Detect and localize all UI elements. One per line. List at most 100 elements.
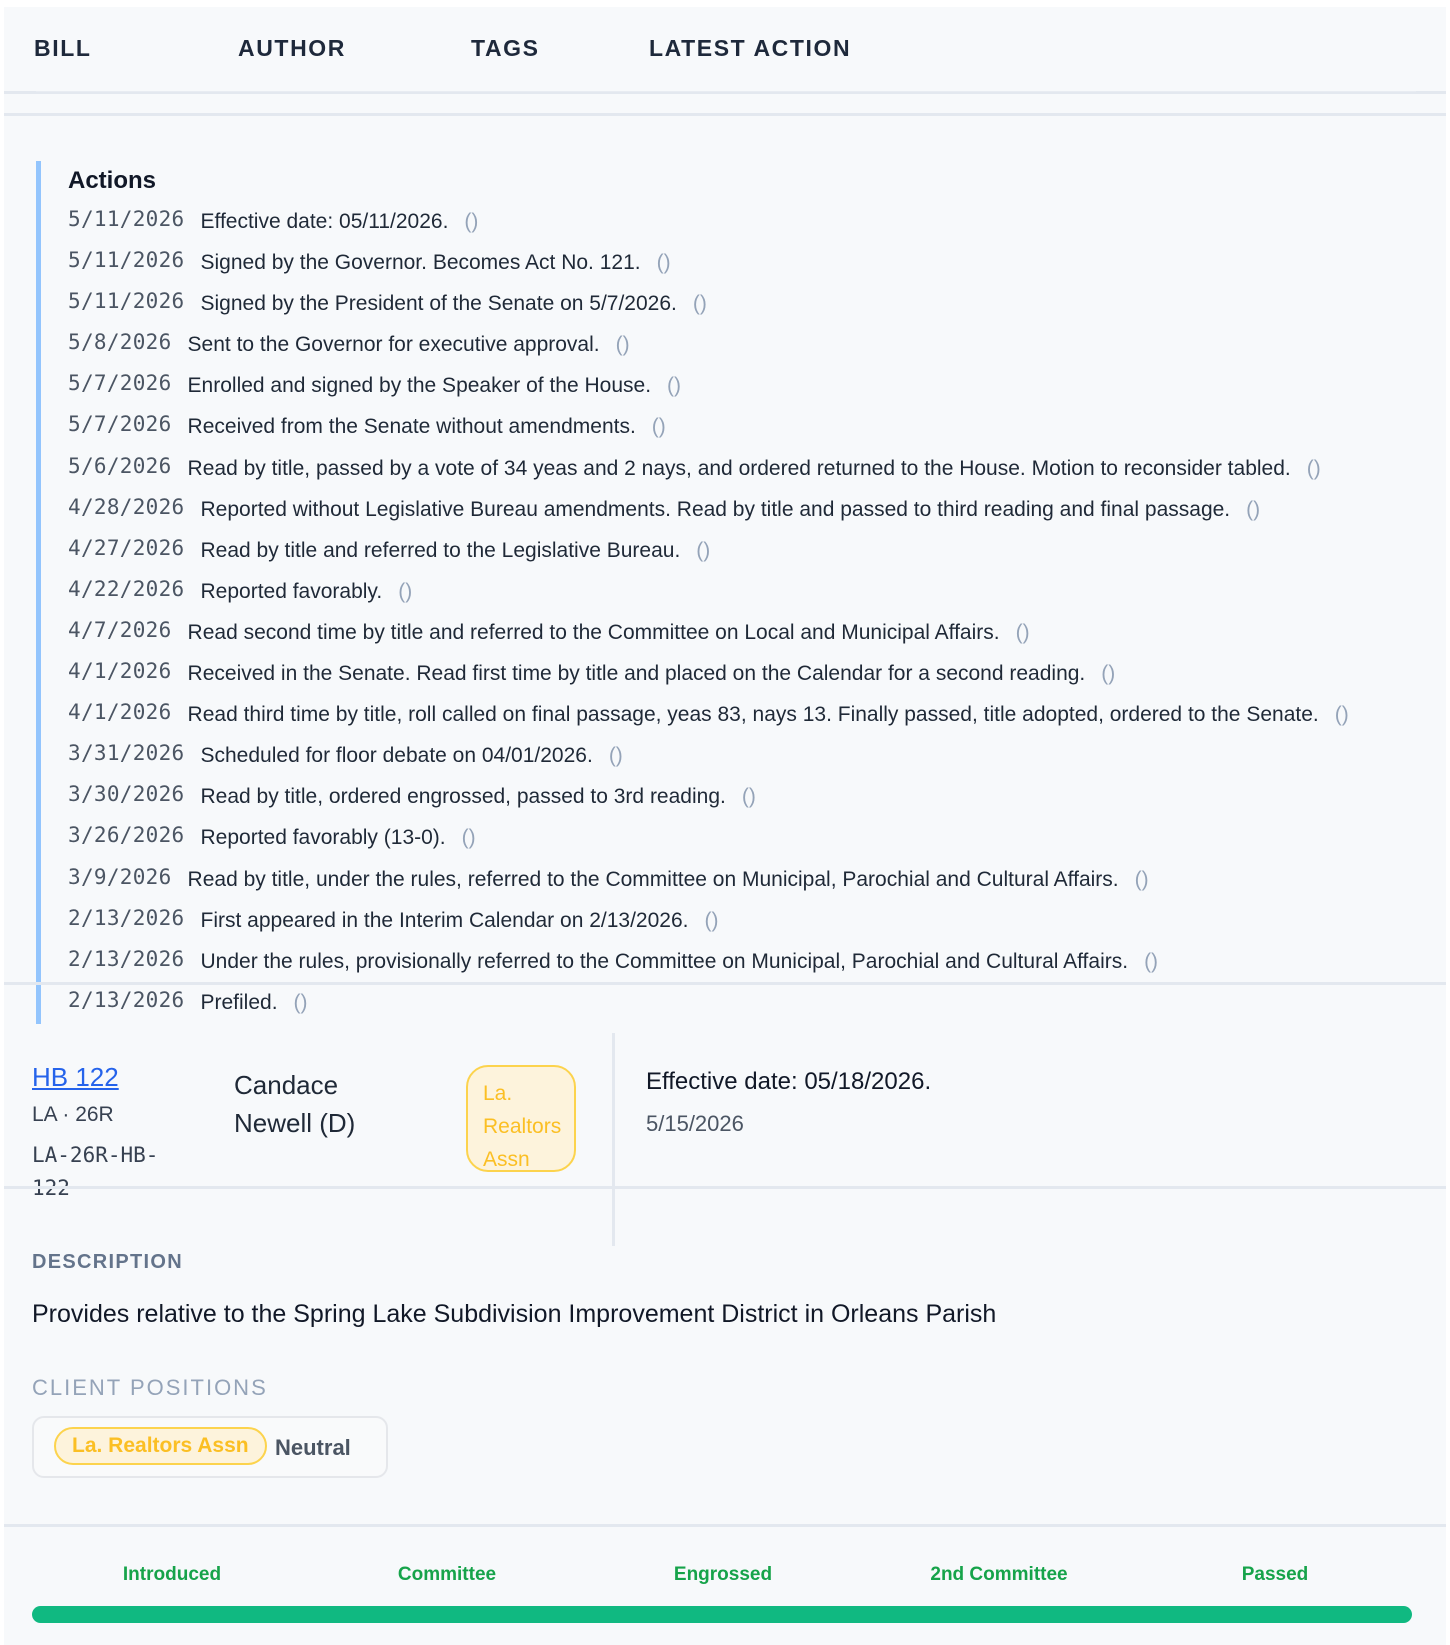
action-source-link[interactable]: ()	[1246, 495, 1260, 522]
action-row: 4/22/2026 Reported favorably. ()	[68, 577, 1428, 618]
stage-committee: Committee	[397, 1564, 497, 1585]
action-row: 5/7/2026 Received from the Senate without…	[68, 412, 1428, 453]
action-source-link[interactable]: ()	[609, 741, 623, 768]
divider	[4, 113, 1446, 116]
latest-action-text: Effective date: 05/18/2026.	[646, 1068, 932, 1095]
action-text: Reported favorably.	[200, 579, 383, 603]
table-header: BILL AUTHOR TAGS LATEST ACTION	[4, 7, 1446, 94]
action-source-link[interactable]: ()	[616, 330, 630, 357]
action-source-link[interactable]: ()	[1135, 865, 1149, 892]
action-text: Sent to the Governor for executive appro…	[187, 333, 600, 357]
action-date: 4/1/2026	[68, 700, 172, 725]
action-source-link[interactable]: ()	[464, 207, 478, 234]
action-source-link[interactable]: ()	[742, 782, 756, 809]
action-row: 4/27/2026 Read by title and referred to t…	[68, 536, 1428, 577]
action-text: Read by title and referred to the Legisl…	[200, 538, 681, 562]
action-date: 5/6/2026	[68, 453, 172, 478]
action-row: 2/13/2026 First appeared in the Interim C…	[68, 906, 1428, 947]
action-source-link[interactable]: ()	[652, 412, 666, 439]
action-source-link[interactable]: ()	[1016, 618, 1030, 645]
action-date: 4/1/2026	[68, 659, 172, 684]
action-row: 5/11/2026 Effective date: 05/11/2026. ()	[68, 207, 1428, 248]
action-row: 2/13/2026 Prefiled. ()	[68, 988, 1428, 1029]
action-text: Read by title, passed by a vote of 34 ye…	[187, 456, 1291, 480]
action-source-link[interactable]: ()	[462, 823, 476, 850]
column-header-latest-action[interactable]: LATEST ACTION	[649, 35, 851, 62]
actions-list: 5/11/2026 Effective date: 05/11/2026.() 5/…	[68, 207, 1428, 1029]
action-text: Effective date: 05/11/2026.	[200, 210, 449, 233]
action-source-link[interactable]: ()	[1335, 700, 1349, 727]
description-text: Provides relative to the Spring Lake Sub…	[32, 1300, 997, 1328]
client-tag[interactable]: La. Realtors Assn	[466, 1065, 576, 1172]
divider	[4, 1524, 1446, 1527]
action-source-link[interactable]: ()	[667, 371, 681, 398]
action-row: 4/1/2026 Read third time by title, roll c…	[68, 700, 1428, 741]
client-position-card: La. Realtors Assn Neutral	[32, 1416, 388, 1478]
action-date: 4/22/2026	[68, 576, 185, 601]
action-row: 5/7/2026 Enrolled and signed by the Speak…	[68, 371, 1428, 412]
action-date: 2/13/2026	[68, 987, 185, 1012]
action-text: Received in the Senate. Read first time …	[187, 662, 1086, 686]
bill-author: Candace Newell (D)	[234, 1070, 356, 1138]
action-text: First appeared in the Interim Calendar o…	[200, 908, 689, 932]
action-text: Enrolled and signed by the Speaker of th…	[187, 374, 652, 398]
action-source-link[interactable]: ()	[1307, 454, 1321, 481]
action-date: 3/31/2026	[68, 741, 185, 766]
client-position-value: Neutral	[275, 1435, 351, 1460]
action-row: 4/28/2026 Reported without Legislative Bu…	[68, 495, 1428, 536]
action-date: 2/13/2026	[68, 946, 185, 971]
action-date: 5/11/2026	[68, 289, 185, 314]
bill-number-link[interactable]: HB 122	[32, 1062, 119, 1093]
action-row: 3/31/2026 Scheduled for floor debate on 0…	[68, 741, 1428, 782]
column-header-tags[interactable]: TAGS	[471, 35, 540, 62]
column-header-author[interactable]: AUTHOR	[238, 35, 346, 62]
action-date: 5/8/2026	[68, 330, 172, 355]
stage-2nd-committee: 2nd Committee	[930, 1564, 1068, 1585]
action-row: 5/6/2026 Read by title, passed by a vote …	[68, 454, 1428, 495]
divider	[4, 1186, 1446, 1189]
progress-bar	[32, 1606, 1412, 1623]
client-position-tag[interactable]: La. Realtors Assn	[54, 1427, 267, 1465]
action-row: 3/9/2026 Read by title, under the rules, …	[68, 865, 1428, 906]
action-source-link[interactable]: ()	[704, 906, 718, 933]
stage-engrossed: Engrossed	[673, 1564, 773, 1585]
action-row: 5/11/2026 Signed by the Governor. Becomes…	[68, 248, 1428, 289]
action-source-link[interactable]: ()	[1101, 659, 1115, 686]
action-row: 3/30/2026 Read by title, ordered engrosse…	[68, 782, 1428, 823]
action-date: 4/27/2026	[68, 535, 185, 560]
action-text: Received from the Senate without amendme…	[187, 415, 636, 439]
action-text: Read third time by title, roll called on…	[187, 703, 1319, 727]
action-date: 3/26/2026	[68, 823, 185, 848]
action-row: 4/1/2026 Received in the Senate. Read fir…	[68, 659, 1428, 700]
action-date: 3/9/2026	[68, 864, 172, 889]
column-header-bill[interactable]: BILL	[34, 35, 92, 62]
action-source-link[interactable]: ()	[1144, 947, 1158, 974]
actions-title: Actions	[68, 167, 157, 194]
action-text: Read second time by title and referred t…	[187, 620, 1000, 644]
action-text: Read by title, under the rules, referred…	[187, 867, 1119, 891]
action-date: 5/7/2026	[68, 412, 172, 437]
action-text: Read by title, ordered engrossed, passed…	[200, 785, 726, 809]
action-row: 5/11/2026 Signed by the President of the …	[68, 289, 1428, 330]
action-source-link[interactable]: ()	[294, 988, 308, 1015]
action-source-link[interactable]: ()	[657, 248, 671, 275]
action-date: 4/28/2026	[68, 494, 185, 519]
action-row: 3/26/2026 Reported favorably (13-0). ()	[68, 823, 1428, 864]
divider	[4, 982, 1446, 985]
action-date: 5/11/2026	[68, 207, 185, 231]
action-date: 5/11/2026	[68, 248, 185, 273]
action-source-link[interactable]: ()	[696, 536, 710, 563]
action-date: 3/30/2026	[68, 782, 185, 807]
bill-id: LA-26R-HB-122	[32, 1143, 159, 1200]
action-row: 5/8/2026 Sent to the Governor for executi…	[68, 330, 1428, 371]
action-source-link[interactable]: ()	[398, 577, 412, 604]
divider	[36, 91, 1416, 92]
action-text: Signed by the Governor. Becomes Act No. …	[200, 251, 641, 275]
latest-action-date: 5/15/2026	[646, 1111, 744, 1136]
action-source-link[interactable]: ()	[693, 289, 707, 316]
action-date: 5/7/2026	[68, 371, 172, 396]
column-divider	[612, 1033, 615, 1246]
action-row: 4/7/2026 Read second time by title and re…	[68, 618, 1428, 659]
bill-session: LA · 26R	[32, 1103, 114, 1126]
action-text: Under the rules, provisionally referred …	[200, 949, 1129, 973]
